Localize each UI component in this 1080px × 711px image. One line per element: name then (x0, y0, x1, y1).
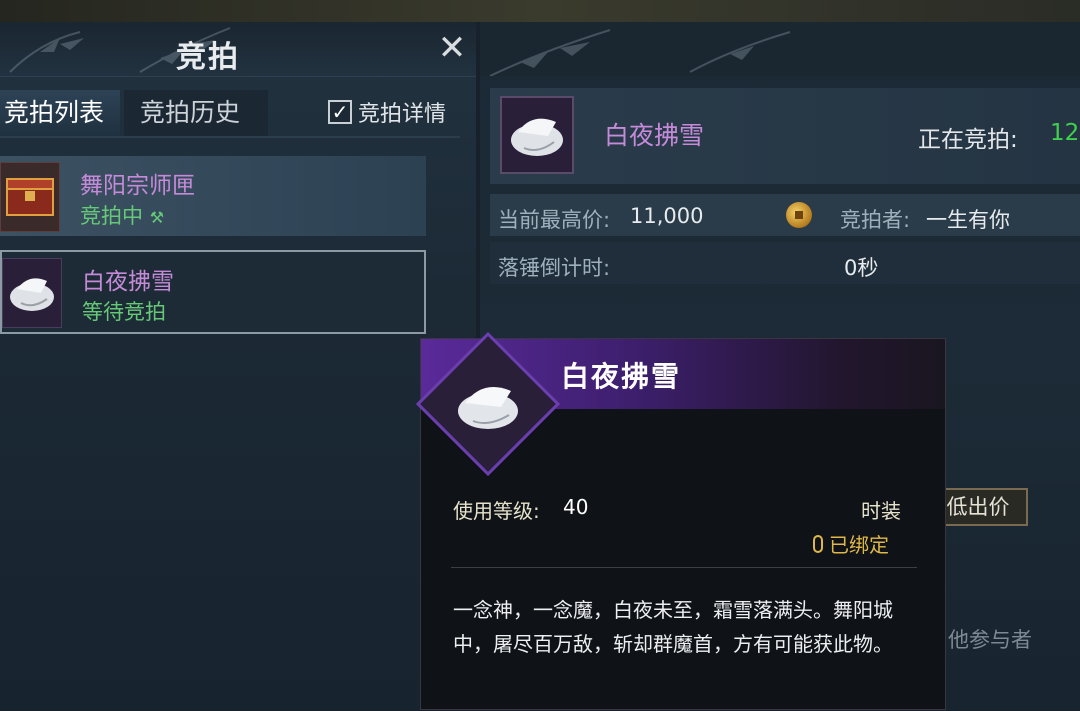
white-cloth-icon (500, 96, 574, 174)
item-status: 竞拍中 ⚒ (80, 200, 164, 230)
auction-details-toggle[interactable]: ✓ 竞拍详情 (328, 96, 446, 128)
white-cloth-icon (447, 363, 529, 445)
countdown-row: 落锤倒计时: 0秒 (490, 242, 1080, 284)
bidder-label: 竞拍者: (840, 208, 911, 232)
other-participants-label: 他参与者 (948, 628, 1032, 652)
bamboo-decoration-icon (489, 29, 611, 76)
highest-bid-row: 当前最高价: 11,000 竞拍者: 一生有你 (490, 194, 1080, 236)
treasure-box-icon (0, 162, 60, 232)
tab-divider (0, 136, 460, 138)
current-item-box: 白夜拂雪 正在竞拍: 12 (490, 88, 1080, 184)
coin-icon (786, 202, 812, 228)
auction-panel-header: 竞拍 ✕ (0, 22, 476, 77)
lock-icon (813, 534, 823, 553)
bound-text: 已绑定 (829, 533, 889, 557)
item-name: 舞阳宗师匣 (80, 173, 195, 199)
item-type: 时装 (861, 499, 901, 523)
tooltip-title: 白夜拂雪 (561, 360, 682, 393)
auction-list-item[interactable]: 舞阳宗师匣 竞拍中 ⚒ (0, 156, 426, 236)
bidding-label: 正在竞拍: (918, 127, 1018, 153)
tab-auction-list[interactable]: 竞拍列表 (0, 90, 120, 138)
auction-list-item[interactable]: 白夜拂雪 等待竞拍 (0, 250, 426, 334)
item-name: 白夜拂雪 (82, 269, 174, 295)
tooltip-cut-line (453, 695, 923, 711)
bamboo-decoration-icon (9, 31, 84, 73)
panel-title: 竞拍 (176, 40, 240, 75)
countdown-value: 0秒 (844, 256, 879, 280)
tooltip-divider (451, 567, 917, 568)
bamboo-decoration-icon (689, 31, 791, 73)
status-text: 竞拍中 (80, 204, 143, 228)
white-cloth-icon (2, 258, 62, 328)
bound-status: 已绑定 (813, 529, 889, 558)
checkbox-label: 竞拍详情 (358, 102, 447, 127)
detail-panel-header (480, 22, 1080, 76)
close-button[interactable]: ✕ (436, 30, 468, 66)
tab-auction-history[interactable]: 竞拍历史 (124, 90, 268, 136)
current-item-name: 白夜拂雪 (604, 121, 705, 150)
item-description: 一念神，一念魔，白夜未至，霜雪落满头。舞阳城中，屠尽百万敌，斩却群魔首，方有可能… (453, 598, 893, 656)
gavel-icon: ⚒ (149, 208, 165, 227)
highest-bid-label: 当前最高价: (498, 208, 611, 232)
top-game-strip (0, 0, 1080, 22)
countdown-label: 落锤倒计时: (498, 256, 611, 280)
item-tooltip: 白夜拂雪 使用等级: 40 时装 已绑定 一念神，一念魔，白夜未至，霜雪落满头。… (415, 331, 946, 711)
highest-bid-value: 11,000 (630, 204, 704, 228)
use-level-value: 40 (563, 495, 589, 519)
bidding-count: 12 (1050, 120, 1080, 146)
use-level-label: 使用等级: (453, 499, 540, 523)
bidder-name: 一生有你 (926, 208, 1010, 232)
item-status: 等待竞拍 (82, 300, 166, 324)
checkbox[interactable]: ✓ (328, 100, 352, 124)
auction-panel: 竞拍 ✕ 竞拍列表 竞拍历史 ✓ 竞拍详情 舞阳宗师匣 竞拍中 ⚒ 白夜拂雪 等… (0, 22, 476, 710)
